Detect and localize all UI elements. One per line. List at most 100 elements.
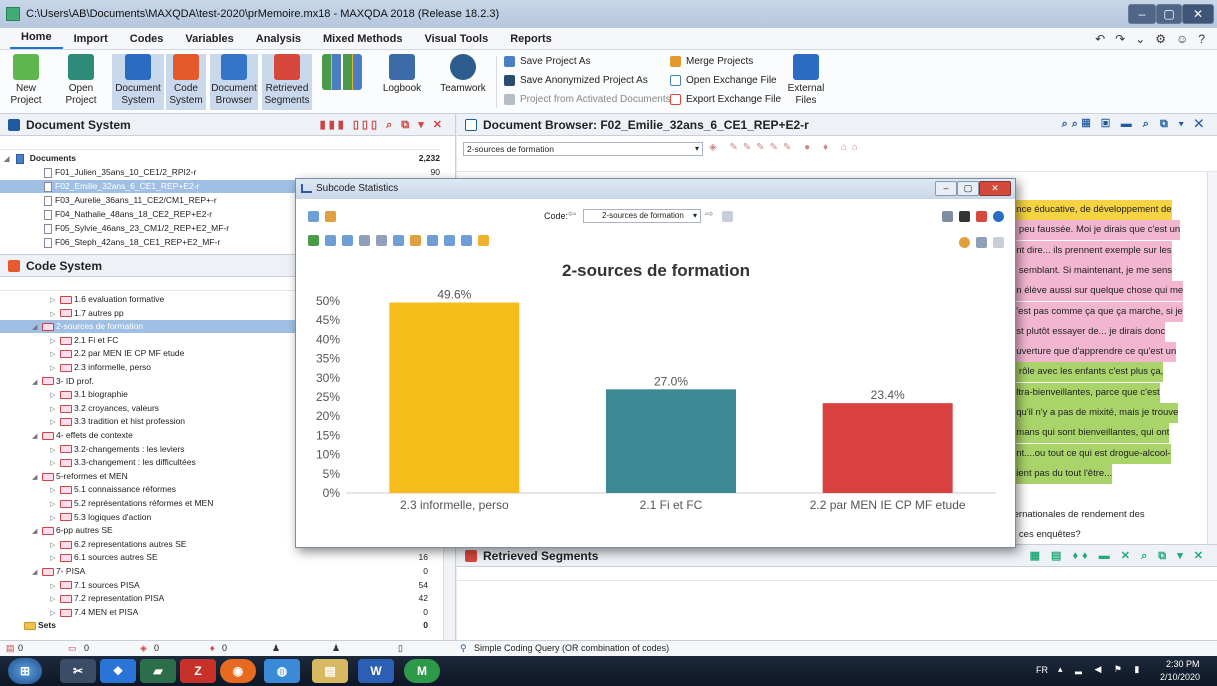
document-text-line[interactable]: un élève aussi sur quelque chose qui me bbox=[1009, 281, 1184, 302]
expand-arrow-icon[interactable]: ◢ bbox=[32, 321, 42, 334]
pin-icon[interactable] bbox=[308, 235, 319, 246]
document-text-line[interactable]: n peu faussée. Moi je dirais que c'est u… bbox=[1009, 220, 1181, 241]
documents-root[interactable]: ◢ Documents 2,232 bbox=[0, 152, 440, 165]
square-icon[interactable] bbox=[461, 235, 472, 246]
menu-home[interactable]: Home bbox=[10, 31, 63, 49]
bar-chart-icon[interactable] bbox=[444, 235, 455, 246]
code-item[interactable]: ▷ 7.1 sources PISA 54 bbox=[0, 579, 442, 592]
gear-icon[interactable]: ⚙ bbox=[1155, 32, 1166, 46]
collapse-arrow-icon[interactable]: ◢ bbox=[4, 153, 14, 166]
expand-arrow-icon[interactable]: ▷ bbox=[50, 607, 60, 620]
firefox-icon[interactable]: ◉ bbox=[220, 659, 256, 683]
save-project-as-button[interactable]: Save Project As bbox=[504, 56, 591, 67]
dialog-maximize-button[interactable]: ▢ bbox=[957, 181, 979, 196]
menu-codes[interactable]: Codes bbox=[119, 33, 175, 49]
document-text-line[interactable]: ont....ou tout ce qui est drogue-alcool- bbox=[1009, 443, 1171, 464]
code-item[interactable]: ▷ 6.1 sources autres SE 16 bbox=[0, 551, 442, 564]
language-indicator[interactable]: FR bbox=[1036, 665, 1048, 675]
document-browser-button[interactable]: Document Browser bbox=[210, 54, 258, 110]
expand-arrow-icon[interactable]: ▷ bbox=[50, 362, 60, 375]
document-text-line[interactable]: amans qui sont bienveillantes, qui ont bbox=[1009, 423, 1170, 444]
arrow-right-icon[interactable]: ⇨ bbox=[705, 209, 713, 220]
document-text-line[interactable]: ultra-bienveillantes, parce que c'est bbox=[1009, 382, 1160, 403]
word-icon[interactable]: W bbox=[358, 659, 394, 683]
info-icon[interactable] bbox=[993, 211, 1004, 222]
expand-arrow-icon[interactable]: ◢ bbox=[32, 471, 42, 484]
expand-arrow-icon[interactable]: ▷ bbox=[50, 580, 60, 593]
redo-icon[interactable]: ↷ bbox=[1115, 32, 1125, 46]
dialog-minimize-button[interactable]: – bbox=[935, 181, 957, 196]
project-from-activated-button[interactable]: Project from Activated Documents bbox=[504, 94, 671, 105]
grid-icon[interactable] bbox=[393, 235, 404, 246]
layout-button[interactable] bbox=[318, 54, 366, 93]
retrieved-segments-button[interactable]: Retrieved Segments bbox=[262, 54, 312, 110]
copy-icon[interactable] bbox=[942, 211, 953, 222]
hash-icon[interactable] bbox=[325, 235, 336, 246]
maxqda-taskbar-icon[interactable]: M bbox=[404, 659, 440, 683]
expand-arrow-icon[interactable]: ▷ bbox=[50, 403, 60, 416]
app-icon[interactable]: ◍ bbox=[264, 659, 300, 683]
percent-icon[interactable] bbox=[342, 235, 353, 246]
document-text-line[interactable]: ent dire... ils prennent exemple sur les bbox=[1009, 240, 1172, 261]
table-view-icon[interactable] bbox=[308, 211, 319, 222]
document-text-line[interactable]: e ces enquêtes? bbox=[1009, 525, 1081, 545]
bar[interactable] bbox=[606, 389, 736, 493]
undo-icon[interactable]: ↶ bbox=[1095, 32, 1105, 46]
bar[interactable] bbox=[822, 403, 953, 493]
open-project-button[interactable]: Open Project bbox=[56, 54, 106, 107]
merge-projects-button[interactable]: Merge Projects bbox=[670, 56, 753, 67]
document-system-toolbar[interactable]: ▮▮▮ ▯▯▯ ⌕ ⧉ ▾ ✕ bbox=[320, 118, 445, 132]
arrow-left-icon[interactable]: ⇦ bbox=[568, 209, 576, 220]
options-icon[interactable] bbox=[722, 211, 733, 222]
expand-arrow-icon[interactable]: ◢ bbox=[32, 566, 42, 579]
code-select[interactable]: 2-sources de formation ▾ bbox=[583, 209, 701, 223]
start-button[interactable]: ⊞ bbox=[8, 658, 42, 684]
expand-arrow-icon[interactable]: ◢ bbox=[32, 525, 42, 538]
open-exchange-button[interactable]: Open Exchange File bbox=[670, 75, 777, 86]
code-item[interactable]: ◢ 7- PISA 0 bbox=[0, 565, 442, 578]
document-text-line[interactable]: e semblant. Si maintenant, je me sens bbox=[1009, 260, 1173, 281]
code-system-button[interactable]: Code System bbox=[166, 54, 206, 110]
legend-icon[interactable] bbox=[976, 237, 987, 248]
menu-reports[interactable]: Reports bbox=[499, 33, 563, 49]
expand-arrow-icon[interactable]: ▷ bbox=[50, 552, 60, 565]
smiley-icon[interactable]: ☺ bbox=[1176, 32, 1188, 46]
expand-arrow-icon[interactable]: ◢ bbox=[32, 376, 42, 389]
labels-icon[interactable] bbox=[993, 237, 1004, 248]
expand-arrow-icon[interactable]: ▷ bbox=[50, 498, 60, 511]
file-explorer-icon[interactable]: ▤ bbox=[312, 659, 348, 683]
document-text-line[interactable]: ouverture que d'apprendre ce qu'est un bbox=[1009, 342, 1177, 363]
save-anonymized-button[interactable]: Save Anonymized Project As bbox=[504, 75, 648, 86]
bar[interactable] bbox=[389, 302, 520, 493]
dropbox-icon[interactable]: ❖ bbox=[100, 659, 136, 683]
menu-import[interactable]: Import bbox=[63, 33, 119, 49]
document-browser-scrollbar[interactable] bbox=[1207, 172, 1217, 544]
document-browser-toolbar[interactable]: ⌕⌕▦ ▣ ▬ ⌕ ⧉ ▾ ✕ bbox=[1062, 118, 1207, 131]
export-exchange-button[interactable]: Export Exchange File bbox=[670, 94, 781, 105]
export-icon[interactable] bbox=[976, 211, 987, 222]
document-text-line[interactable]: n'est pas comme ça que ça marche, si je bbox=[1009, 301, 1183, 322]
code-item[interactable]: ▷ 7.4 MEN et PISA 0 bbox=[0, 606, 442, 619]
menu-analysis[interactable]: Analysis bbox=[245, 33, 312, 49]
help-icon[interactable]: ? bbox=[1198, 32, 1205, 46]
folder-app-icon[interactable]: ▰ bbox=[140, 659, 176, 683]
chart-view-icon[interactable] bbox=[325, 211, 336, 222]
expand-arrow-icon[interactable]: ▷ bbox=[50, 457, 60, 470]
maximize-button[interactable]: ▢ bbox=[1156, 4, 1182, 24]
expand-arrow-icon[interactable]: ◢ bbox=[32, 430, 42, 443]
coding-toolbar[interactable]: ◈ ✎✎✎✎✎ ● ♦ ⌂⌂ bbox=[709, 142, 863, 153]
expand-arrow-icon[interactable]: ▷ bbox=[50, 294, 60, 307]
code-item[interactable]: Sets 0 bbox=[0, 619, 442, 632]
color-icon[interactable] bbox=[959, 237, 970, 248]
document-text-line[interactable]: aient pas du tout l'être... bbox=[1009, 463, 1113, 484]
minimize-button[interactable]: – bbox=[1128, 4, 1156, 24]
logbook-button[interactable]: Logbook bbox=[380, 54, 424, 95]
document-text-line[interactable]: ternationales de rendement des bbox=[1009, 505, 1145, 525]
bar-horizontal-icon[interactable] bbox=[359, 235, 370, 246]
dialog-close-button[interactable]: ✕ bbox=[979, 181, 1011, 196]
menu-variables[interactable]: Variables bbox=[174, 33, 244, 49]
close-button[interactable]: ✕ bbox=[1182, 4, 1214, 24]
document-text-line[interactable]: ance éducative, de développement de bbox=[1009, 200, 1172, 220]
document-system-button[interactable]: Document System bbox=[112, 54, 164, 110]
expand-arrow-icon[interactable]: ▷ bbox=[50, 444, 60, 457]
